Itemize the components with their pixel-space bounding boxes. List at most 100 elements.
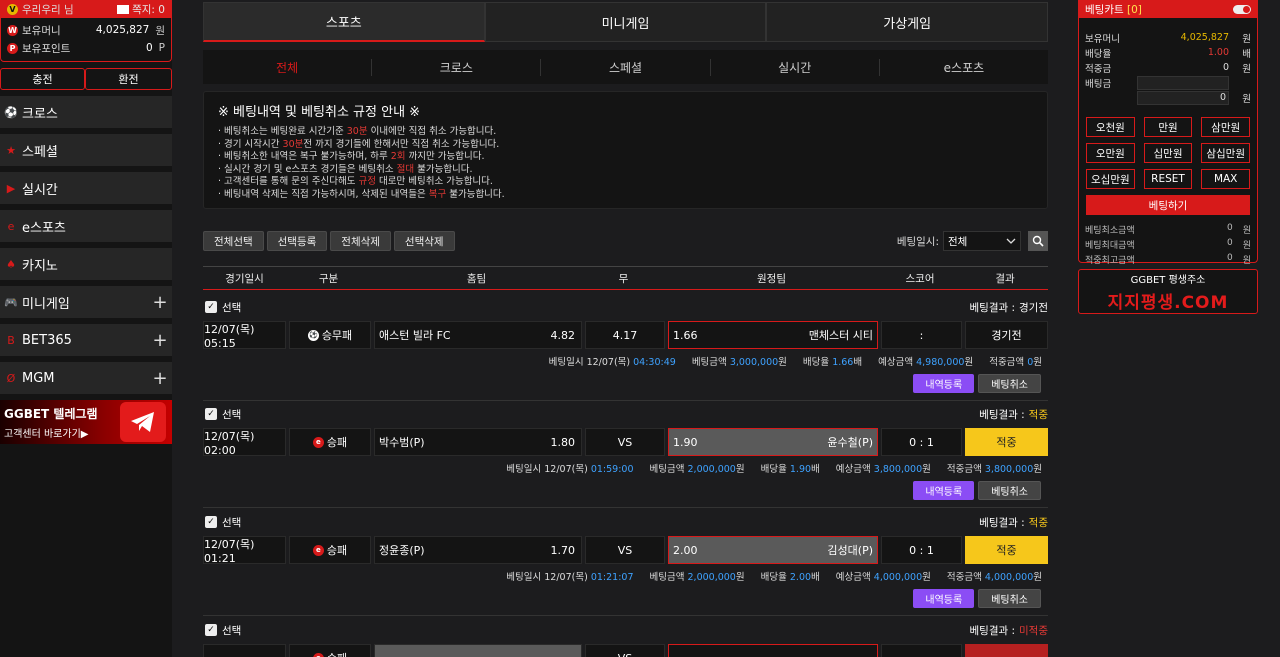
bet-amount: 베팅금액 2,000,000원 bbox=[650, 569, 745, 585]
bet-header: ✓ 선택 베팅결과 : 미적중 bbox=[203, 621, 1048, 639]
address-banner[interactable]: GGBET 평생주소 지지평생.COM bbox=[1078, 269, 1258, 314]
bet-odds-unit: 배 bbox=[811, 572, 820, 583]
draw-cell[interactable]: VS bbox=[585, 644, 665, 657]
message-link[interactable]: 쪽지: 0 bbox=[117, 2, 165, 17]
draw-cell[interactable]: 4.17 bbox=[585, 321, 665, 349]
home-team-cell[interactable]: 정윤종(P) 1.70 bbox=[374, 536, 582, 564]
win-amount-label: 적중금액 bbox=[946, 572, 982, 583]
checkbox[interactable]: ✓ bbox=[205, 516, 217, 528]
sidebar-item-4[interactable]: ♠ 카지노 bbox=[0, 248, 172, 280]
cancel-bet-button[interactable]: 베팅취소 bbox=[978, 589, 1041, 608]
column-header: 구분 bbox=[318, 272, 339, 285]
limit-unit: 원 bbox=[1242, 241, 1251, 251]
select-all-button[interactable]: 전체선택 bbox=[203, 231, 264, 251]
away-team-cell[interactable]: 1.90 윤수철(P) bbox=[668, 428, 878, 456]
away-team-cell[interactable]: 1.66 맨체스터 시티 bbox=[668, 321, 878, 349]
notice-line: · 고객센터를 통해 문의 주신다해도 규정 대로만 베팅취소 가능합니다. bbox=[218, 176, 1033, 189]
plus-icon[interactable]: + bbox=[148, 330, 172, 351]
cart-summary: 보유머니 4,025,827 원 배당율 1.00 배 적중금 0 원 배팅금 0 원 bbox=[1079, 18, 1257, 105]
bet-odds: 배당율 2.00배 bbox=[761, 569, 820, 585]
cart-toggle[interactable] bbox=[1233, 4, 1251, 14]
home-team-cell[interactable]: 애스턴 빌라 FC 4.82 bbox=[374, 321, 582, 349]
checkbox[interactable]: ✓ bbox=[205, 408, 217, 420]
home-team-cell[interactable] bbox=[374, 644, 582, 657]
subtab-0[interactable]: 전체 bbox=[203, 58, 373, 76]
search-button[interactable] bbox=[1028, 231, 1048, 251]
cancel-bet-button[interactable]: 베팅취소 bbox=[978, 374, 1041, 393]
bet-time: 베팅일시 12/07(목) 04:30:49 bbox=[549, 354, 676, 370]
delete-all-button[interactable]: 전체삭제 bbox=[330, 231, 391, 251]
amount-button[interactable]: 오만원 bbox=[1086, 143, 1135, 163]
limit-label: 베팅최소금액 bbox=[1085, 226, 1135, 236]
table-row: 12/07(목) 05:15 ⚽ 승무패 애스턴 빌라 FC 4.82 4.17 1.66 맨… bbox=[203, 321, 1048, 350]
sidebar-item-0[interactable]: ⚽ 크로스 bbox=[0, 96, 172, 128]
amount-button[interactable]: 오십만원 bbox=[1086, 169, 1135, 189]
home-team-cell[interactable]: 박수범(P) 1.80 bbox=[374, 428, 582, 456]
sidebar-item-7[interactable]: Ø MGM + bbox=[0, 362, 172, 394]
plus-icon[interactable]: + bbox=[148, 368, 172, 389]
register-history-button[interactable]: 내역등록 bbox=[913, 374, 975, 393]
bet-result-value: 적중 bbox=[1028, 408, 1048, 421]
select-label: 선택 bbox=[222, 624, 242, 637]
notice-text: 불가능합니다. bbox=[414, 163, 473, 175]
amount-button[interactable]: 만원 bbox=[1143, 117, 1193, 137]
subtab-1[interactable]: 크로스 bbox=[372, 58, 542, 76]
tab-2[interactable]: 가상게임 bbox=[766, 2, 1049, 42]
bet-amount-input[interactable] bbox=[1137, 75, 1229, 90]
limit-row: 베팅최소금액 0 원 bbox=[1085, 223, 1251, 238]
column-header: 경기일시 bbox=[225, 272, 264, 285]
telegram-banner[interactable]: GGBET 텔레그램 고객센터 바로가기▶ bbox=[0, 400, 172, 444]
away-team-cell[interactable]: 2.00 김성대(P) bbox=[668, 536, 878, 564]
notice-text: 대로만 베팅취소 가능합니다. bbox=[375, 176, 493, 188]
bet-odds: 배당율 1.90배 bbox=[761, 461, 820, 477]
amount-button[interactable]: 오천원 bbox=[1086, 117, 1135, 137]
point-label: 보유포인트 bbox=[22, 42, 71, 55]
notice-line: · 경기 시작시간 30분전 까지 경기들에 한해서만 직접 취소 가능합니다. bbox=[218, 139, 1033, 152]
register-history-button[interactable]: 내역등록 bbox=[913, 589, 975, 608]
sidebar-item-2[interactable]: ▶ 실시간 bbox=[0, 172, 172, 204]
amount-button[interactable]: 삼십만원 bbox=[1201, 143, 1250, 163]
cart-row-label: 적중금 bbox=[1085, 63, 1112, 75]
cart-row: 배당율 1.00 배 bbox=[1085, 45, 1251, 60]
subtab-2[interactable]: 스페셜 bbox=[541, 58, 711, 76]
sidebar-item-5[interactable]: 🎮 미니게임 + bbox=[0, 286, 172, 318]
away-team-name: 김성대(P) bbox=[827, 544, 873, 557]
register-history-button[interactable]: 내역등록 bbox=[913, 481, 975, 500]
amount-button[interactable]: MAX bbox=[1201, 169, 1250, 189]
match-date: 12/07(목) 05:15 bbox=[203, 321, 286, 350]
sidebar-item-6[interactable]: B BET365 + bbox=[0, 324, 172, 356]
tab-0[interactable]: 스포츠 bbox=[203, 2, 485, 42]
bet-amount-input[interactable]: 0 bbox=[1137, 90, 1229, 105]
away-team-cell[interactable] bbox=[668, 644, 878, 657]
date-filter-select[interactable]: 전체 bbox=[943, 231, 1021, 251]
checkbox[interactable]: ✓ bbox=[205, 624, 217, 636]
plus-icon[interactable]: + bbox=[148, 292, 172, 313]
away-odds: 1.90 bbox=[673, 435, 698, 449]
select-register-button[interactable]: 선택등록 bbox=[266, 231, 328, 251]
draw-cell[interactable]: VS bbox=[585, 536, 665, 564]
bet-type-label: 승패 bbox=[327, 650, 347, 657]
checkbox[interactable]: ✓ bbox=[205, 301, 217, 313]
amount-button[interactable]: 십만원 bbox=[1143, 143, 1193, 163]
sidebar-item-1[interactable]: ★ 스페셜 bbox=[0, 134, 172, 166]
cancel-bet-button[interactable]: 베팅취소 bbox=[978, 481, 1041, 500]
bet-result-label: 베팅결과 : bbox=[969, 624, 1016, 637]
bet-type: e승패 bbox=[289, 428, 371, 456]
bet-amount-value: 2,000,000 bbox=[687, 572, 736, 583]
amount-button[interactable]: 삼만원 bbox=[1201, 117, 1250, 137]
tab-1[interactable]: 미니게임 bbox=[484, 2, 767, 42]
subtab-4[interactable]: e스포츠 bbox=[880, 59, 1048, 76]
place-bet-button[interactable]: 베팅하기 bbox=[1086, 195, 1250, 215]
win-amount: 적중금액 4,000,000원 bbox=[947, 569, 1042, 585]
draw-cell[interactable]: VS bbox=[585, 428, 665, 456]
chevron-down-icon bbox=[1006, 238, 1016, 244]
select-delete-button[interactable]: 선택삭제 bbox=[393, 231, 455, 251]
amount-button[interactable]: RESET bbox=[1143, 169, 1193, 189]
mgm-icon: Ø bbox=[6, 371, 16, 385]
deposit-button[interactable]: 충전 bbox=[0, 68, 86, 90]
notice-text: 전 까지 경기들에 한해서만 직접 취소 가능합니다. bbox=[303, 138, 500, 150]
sidebar-item-3[interactable]: e e스포츠 bbox=[0, 210, 172, 242]
subtab-3[interactable]: 실시간 bbox=[711, 58, 880, 76]
expected-amount-label: 예상금액 bbox=[835, 572, 871, 583]
withdraw-button[interactable]: 환전 bbox=[85, 68, 172, 90]
